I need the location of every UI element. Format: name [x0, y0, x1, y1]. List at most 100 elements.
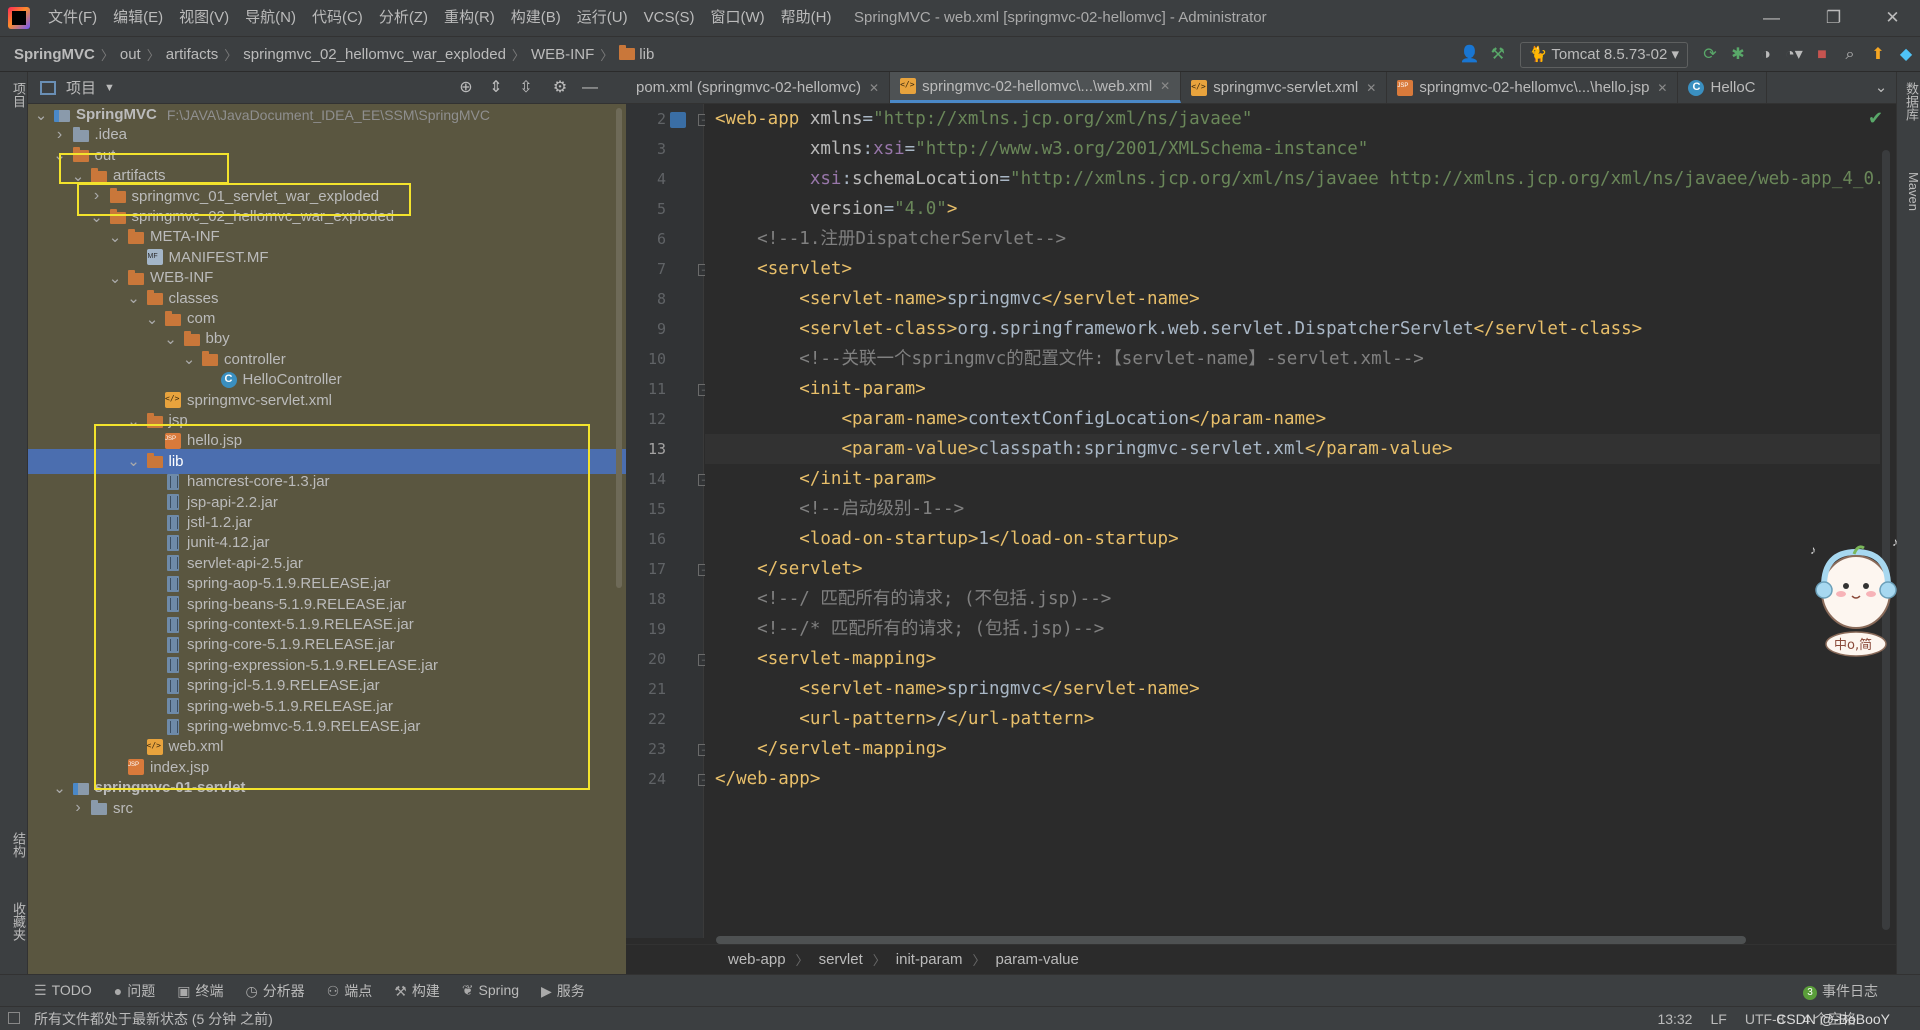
editor-breadcrumb-item[interactable]: init-param	[886, 951, 973, 968]
code-token: <servlet-class>	[799, 319, 958, 339]
menu-item[interactable]: 运行(U)	[569, 0, 636, 36]
favorites-tool-tab[interactable]: 收藏夹	[0, 902, 28, 941]
editor-breadcrumb-item[interactable]: web-app	[718, 951, 796, 968]
breadcrumb-item[interactable]: WEB-INF	[525, 46, 600, 63]
chevron-right-icon: 〉	[511, 47, 525, 63]
breadcrumb-item[interactable]: artifacts	[160, 46, 225, 63]
locate-icon[interactable]: ⊕	[452, 72, 480, 104]
rerun-icon[interactable]: ⟳	[1696, 37, 1724, 73]
caret-position[interactable]: 13:32	[1657, 1007, 1692, 1030]
chevron-down-icon[interactable]: ⌄	[127, 289, 141, 307]
inspection-ok-icon[interactable]: ✔	[1868, 108, 1883, 129]
maven-tool-tab[interactable]: Maven	[1897, 172, 1920, 211]
chevron-down-icon[interactable]: ⌄	[182, 350, 196, 368]
tree-node[interactable]: › src	[28, 796, 626, 821]
project-panel-title[interactable]: 项目	[66, 77, 96, 98]
chevron-right-icon[interactable]: ›	[71, 799, 85, 817]
close-tab-icon[interactable]: ✕	[1657, 81, 1667, 95]
horizontal-scrollbar[interactable]	[716, 936, 1746, 944]
title-bar: 文件(F) 编辑(E) 视图(V) 导航(N) 代码(C) 分析(Z) 重构(R) 构建(B)…	[0, 0, 1920, 36]
tool-window-button[interactable]: ⚇ 端点	[327, 981, 373, 1001]
collapse-all-icon[interactable]: ⇳	[512, 72, 540, 104]
line-number: 4	[656, 170, 666, 188]
line-number: 24	[647, 770, 666, 788]
menu-item[interactable]: VCS(S)	[636, 0, 703, 36]
expand-all-icon[interactable]: ⇕	[482, 72, 510, 104]
status-message[interactable]: 所有文件都处于最新状态 (5 分钟 之前)	[34, 1007, 273, 1030]
tool-window-button[interactable]: ▣ 终端	[177, 981, 223, 1001]
chevron-down-icon[interactable]: ⌄	[164, 330, 178, 348]
project-tool-tab[interactable]: 项目	[0, 82, 28, 108]
tool-window-button[interactable]: ❦ Spring	[462, 982, 519, 999]
code-token: "http://www.w3.org/2001/XMLSchema-instan…	[915, 139, 1369, 159]
restore-button[interactable]: ❐	[1806, 0, 1861, 36]
debug-icon[interactable]: ✱	[1724, 37, 1752, 73]
editor-tab[interactable]: springmvc-02-hellomvc\...\hello.jsp ✕	[1387, 72, 1679, 103]
search-icon[interactable]: ⌕	[1836, 37, 1864, 73]
menu-item[interactable]: 文件(F)	[40, 0, 105, 36]
editor-tab[interactable]: pom.xml (springmvc-02-hellomvc) ✕	[626, 72, 891, 103]
chevron-down-icon[interactable]: ▼	[104, 82, 115, 94]
jetbrains-toolbox-icon[interactable]: ◆	[1892, 37, 1920, 73]
editor-tab[interactable]: HelloC	[1678, 72, 1767, 103]
code-token: "4.0"	[894, 199, 947, 219]
tree-scrollbar[interactable]	[616, 108, 622, 588]
close-tab-icon[interactable]: ✕	[869, 81, 879, 95]
chevron-down-icon[interactable]: ⌄	[108, 228, 122, 246]
status-toggle-icon[interactable]	[8, 1012, 20, 1024]
profile-icon[interactable]: ◔▾	[1780, 37, 1808, 73]
editor-tab-label: springmvc-02-hellomvc\...\hello.jsp	[1419, 79, 1650, 96]
menu-item[interactable]: 窗口(W)	[702, 0, 772, 36]
close-button[interactable]: ✕	[1865, 0, 1920, 36]
menu-item[interactable]: 视图(V)	[171, 0, 237, 36]
user-icon[interactable]: 👤	[1456, 37, 1484, 73]
tabs-overflow-icon[interactable]: ⌄	[1866, 72, 1896, 103]
close-tab-icon[interactable]: ✕	[1160, 79, 1170, 93]
tool-window-button[interactable]: ▶ 服务	[541, 981, 585, 1001]
chevron-down-icon[interactable]: ⌄	[145, 310, 159, 328]
menu-item[interactable]: 导航(N)	[237, 0, 304, 36]
bookmark-globe-icon[interactable]	[670, 112, 686, 128]
menu-item[interactable]: 构建(B)	[503, 0, 569, 36]
editor-tab[interactable]: springmvc-02-hellomvc\...\web.xml ✕	[890, 72, 1182, 103]
editor-tab-label: pom.xml (springmvc-02-hellomvc)	[636, 79, 862, 96]
editor-tab[interactable]: springmvc-servlet.xml ✕	[1181, 72, 1388, 103]
event-log-button[interactable]: 3 事件日志	[1803, 975, 1878, 1007]
structure-tool-tab[interactable]: 结构	[0, 832, 28, 858]
coverage-icon[interactable]: ◑	[1752, 37, 1780, 73]
build-hammer-icon[interactable]: ⚒	[1484, 37, 1512, 73]
chevron-right-icon[interactable]: ›	[53, 126, 67, 144]
editor-breadcrumb-item[interactable]: servlet	[809, 951, 873, 968]
tool-window-button[interactable]: ☰ TODO	[34, 982, 92, 999]
run-config-dropdown[interactable]: 🐈 Tomcat 8.5.73-02 ▾	[1519, 42, 1688, 68]
breadcrumb-item[interactable]: out	[114, 46, 147, 63]
hide-panel-icon[interactable]: —	[576, 72, 604, 104]
minimize-button[interactable]: —	[1744, 0, 1799, 36]
menu-item[interactable]: 代码(C)	[304, 0, 371, 36]
tool-window-button[interactable]: ⚒ 构建	[394, 981, 440, 1001]
code-token: </load-on-startup>	[988, 529, 1179, 549]
breadcrumb-item[interactable]: lib	[613, 44, 660, 63]
chevron-down-icon[interactable]: ⌄	[108, 269, 122, 287]
close-tab-icon[interactable]: ✕	[1366, 81, 1376, 95]
menu-item[interactable]: 编辑(E)	[105, 0, 171, 36]
chevron-down-icon[interactable]: ⌄	[34, 106, 48, 124]
gear-icon[interactable]: ⚙	[546, 72, 574, 104]
editor-breadcrumb-item[interactable]: param-value	[985, 951, 1088, 968]
nav-project[interactable]: SpringMVC	[0, 46, 101, 63]
tool-window-button[interactable]: ◷ 分析器	[245, 981, 304, 1001]
breadcrumb-item[interactable]: springmvc_02_hellomvc_war_exploded	[237, 46, 512, 63]
code-token: contextConfigLocation	[967, 409, 1190, 429]
tool-window-button[interactable]: ● 问题	[114, 981, 155, 1001]
stop-icon[interactable]: ■	[1808, 37, 1836, 73]
line-separator[interactable]: LF	[1710, 1007, 1726, 1030]
code-editor[interactable]: <web-app xmlns="http://xmlns.jcp.org/xml…	[705, 104, 1880, 938]
menu-item[interactable]: 帮助(H)	[773, 0, 840, 36]
line-number: 22	[647, 710, 666, 728]
database-tool-tab[interactable]: 数据库	[1897, 82, 1920, 121]
menu-item[interactable]: 重构(R)	[436, 0, 503, 36]
chevron-down-icon[interactable]: ⌄	[53, 779, 67, 797]
menu-item[interactable]: 分析(Z)	[371, 0, 436, 36]
code-token: springmvc	[946, 289, 1042, 309]
update-icon[interactable]: ⬆	[1864, 37, 1892, 73]
